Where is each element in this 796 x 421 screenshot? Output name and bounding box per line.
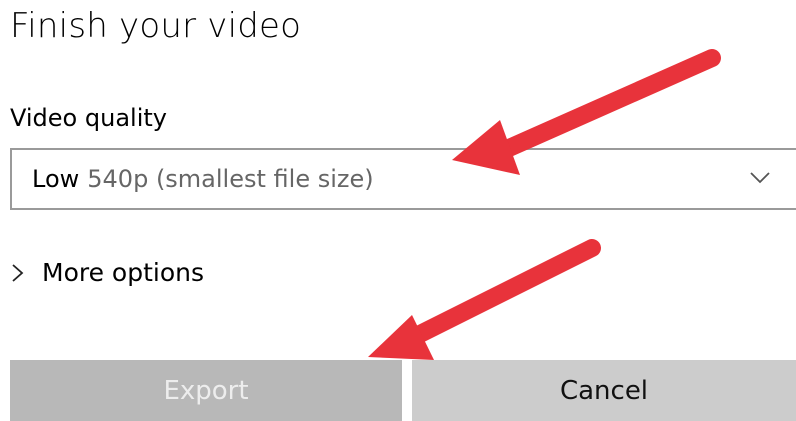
cancel-button[interactable]: Cancel: [412, 360, 796, 421]
dialog-title: Finish your video: [10, 6, 302, 46]
finish-video-dialog: Finish your video Video quality Low 540p…: [0, 0, 796, 421]
chevron-right-icon: [10, 262, 26, 284]
annotation-arrow: [368, 239, 601, 360]
chevron-down-icon: [748, 166, 772, 196]
export-button[interactable]: Export: [10, 360, 402, 421]
more-options-label: More options: [42, 258, 204, 287]
more-options-toggle[interactable]: More options: [10, 258, 204, 287]
annotation-arrows: [368, 49, 721, 360]
quality-level-text: Low: [32, 165, 80, 193]
video-quality-dropdown[interactable]: Low 540p (smallest file size): [10, 148, 796, 210]
quality-detail-text: 540p (smallest file size): [87, 165, 374, 193]
video-quality-label: Video quality: [10, 104, 167, 132]
